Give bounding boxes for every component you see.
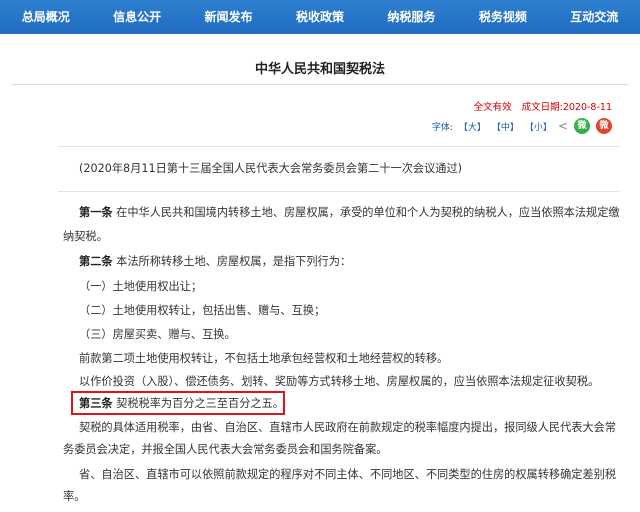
article-3-paragraph-2-line-2: 务委员会决定，并报全国人民代表大会常务委员会和国务院备案。 [63, 443, 388, 456]
nav-item-tax-policy[interactable]: 税收政策 [274, 0, 365, 34]
article-2-item-2: （二）土地使用权转让，包括出售、赠与、互换； [79, 304, 326, 317]
article-2-label: 第二条 [79, 255, 113, 268]
article-3-paragraph-3-line-1: 省、自治区、直辖市可以依照前款规定的程序对不同主体、不同地区、不同类型的住房的权… [79, 468, 617, 481]
content-divider-2 [58, 191, 620, 192]
nav-item-taxpayer-service[interactable]: 纳税服务 [366, 0, 457, 34]
weibo-icon[interactable]: 微 [596, 118, 612, 134]
article-2-text: 本法所称转移土地、房屋权属，是指下列行为： [116, 255, 352, 268]
font-medium-button[interactable]: 【中】 [492, 120, 519, 133]
article-title: 中华人民共和国契税法 [254, 62, 385, 77]
article-1-line-2: 纳契税。 [63, 230, 108, 243]
article-3-paragraph-2-line-1: 契税的具体适用税率，由省、自治区、直辖市人民政府在前款规定的税率幅度内提出，报同… [79, 421, 617, 434]
share-icon[interactable]: < [558, 119, 568, 133]
article-2: 第二条 本法所称转移土地、房屋权属，是指下列行为： [79, 252, 351, 272]
article-1-text: 在中华人民共和国境内转移土地、房屋权属，承受的单位和个人为契税的纳税人，应当依照… [116, 206, 620, 219]
article-2-item-3: （三）房屋买卖、赠与、互换。 [79, 328, 236, 341]
article-2-item-1: （一）土地使用权出让； [79, 280, 203, 293]
wechat-icon[interactable]: 微 [574, 118, 590, 134]
article-1-label: 第一条 [79, 206, 113, 219]
article-3: 第三条 契税税率为百分之三至百分之五。 [79, 394, 284, 414]
nav-item-info-disclosure[interactable]: 信息公开 [91, 0, 182, 34]
article-2-paragraph-2: 前款第二项土地使用权转让，不包括土地承包经营权和土地经营权的转移。 [79, 352, 449, 365]
nav-item-news[interactable]: 新闻发布 [183, 0, 274, 34]
font-large-button[interactable]: 【大】 [459, 120, 486, 133]
font-size-label: 字体: [431, 122, 453, 133]
font-small-button[interactable]: 【小】 [525, 120, 552, 133]
content-divider [58, 146, 620, 147]
validity-status: 全文有效 [473, 102, 512, 113]
article-3-paragraph-3-line-2: 率。 [63, 490, 86, 503]
nav-item-tax-video[interactable]: 税务视频 [457, 0, 548, 34]
article-tools: 字体: 【大】 【中】 【小】 < 微 微 [432, 118, 612, 134]
nav-item-overview[interactable]: 总局概况 [0, 0, 91, 34]
adoption-note: (2020年8月11日第十三届全国人民代表大会常务委员会第二十一次会议通过) [79, 162, 462, 175]
document-date: 成文日期:2020-8-11 [521, 102, 612, 113]
article-2-paragraph-3: 以作价投资（入股）、偿还债务、划转、奖励等方式转移土地、房屋权属的，应当依照本法… [79, 375, 600, 388]
article-3-label: 第三条 [79, 397, 113, 410]
article-meta: 全文有效 成文日期:2020-8-11 [474, 99, 612, 113]
top-navigation: 总局概况 信息公开 新闻发布 税收政策 纳税服务 税务视频 互动交流 [0, 0, 640, 34]
article-1-line-1: 第一条 在中华人民共和国境内转移土地、房屋权属，承受的单位和个人为契税的纳税人，… [79, 203, 620, 223]
article-3-text: 契税税率为百分之三至百分之五。 [116, 397, 284, 410]
title-divider [12, 84, 628, 85]
nav-item-interaction[interactable]: 互动交流 [549, 0, 640, 34]
